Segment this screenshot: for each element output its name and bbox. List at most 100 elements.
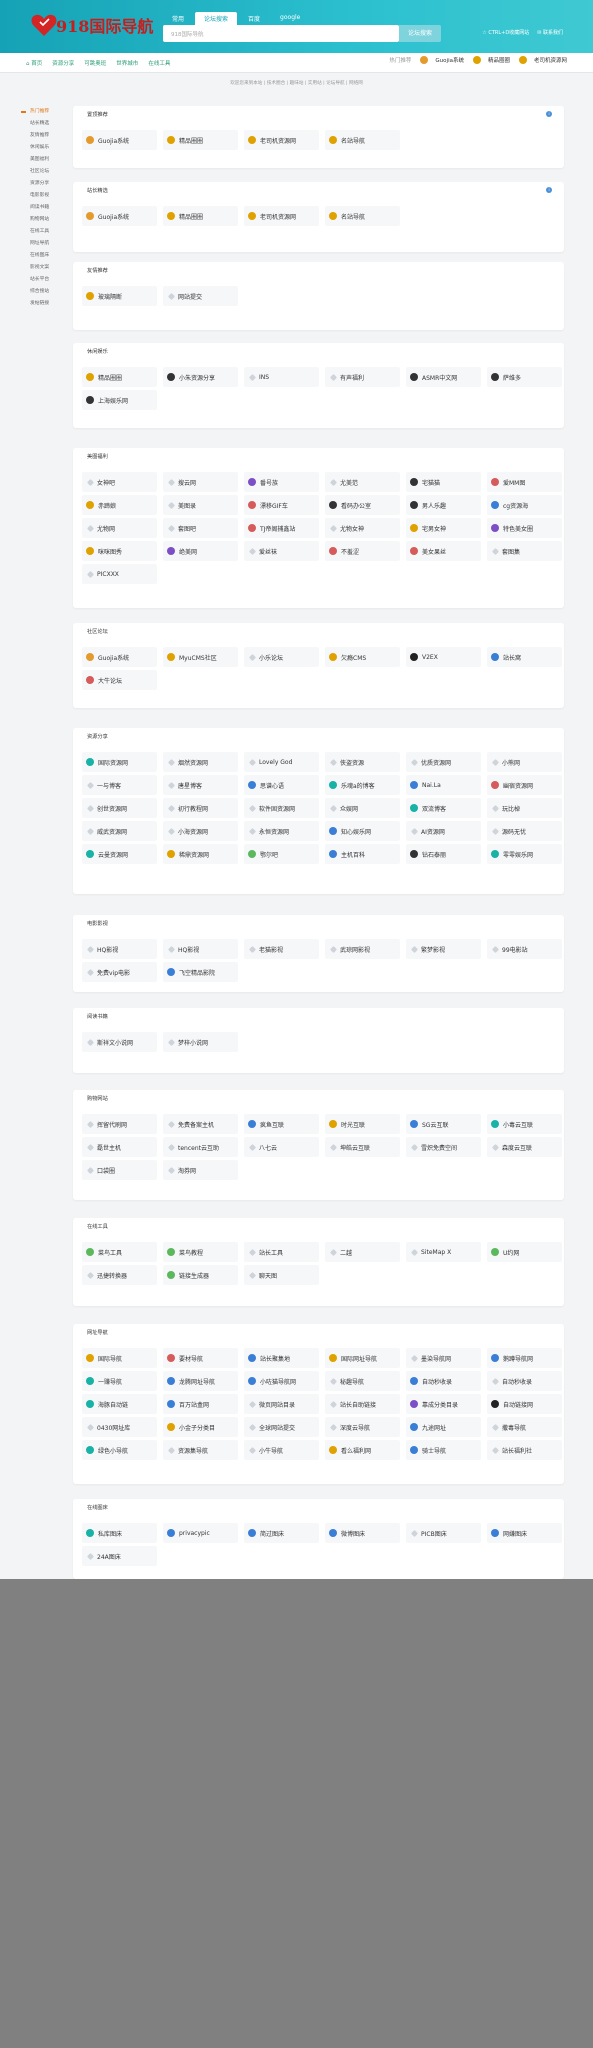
nav-resource[interactable]: 资源分享 <box>52 59 74 67</box>
site-link[interactable]: 男人乐趣 <box>406 495 481 515</box>
site-link[interactable]: 特色美女圈 <box>487 518 562 538</box>
site-link[interactable]: 看么福利网 <box>325 1440 400 1460</box>
site-link[interactable]: 有声福利 <box>325 367 400 387</box>
site-link[interactable]: 乐魂a的博客 <box>325 775 400 795</box>
site-link[interactable]: 幽宿资源网 <box>487 775 562 795</box>
site-link[interactable]: 免费vip电影 <box>82 962 157 982</box>
site-link[interactable]: 磊世主机 <box>82 1137 157 1157</box>
site-link[interactable]: 自动秒收录 <box>487 1371 562 1391</box>
site-link[interactable]: 聊天图 <box>244 1265 319 1285</box>
site-link[interactable]: 挥留代刷网 <box>82 1114 157 1134</box>
site-link[interactable]: 微博图床 <box>325 1523 400 1543</box>
site-link[interactable]: 简过图床 <box>244 1523 319 1543</box>
sidebar-item[interactable]: 美图福利 <box>20 154 65 166</box>
info-icon[interactable]: i <box>546 187 552 193</box>
site-link[interactable]: 疯鱼互联 <box>244 1114 319 1134</box>
nav-rec-jingpin[interactable]: 精品圈圈 <box>472 56 510 64</box>
site-link[interactable]: 微页网站目录 <box>244 1394 319 1414</box>
site-link[interactable]: 上海娱乐网 <box>82 390 157 410</box>
site-link[interactable]: 站长自助链接 <box>325 1394 400 1414</box>
nav-tools[interactable]: 在线工具 <box>148 59 170 67</box>
site-link[interactable]: 站长工具 <box>244 1242 319 1262</box>
site-link[interactable]: 深度云导航 <box>325 1417 400 1437</box>
site-link[interactable]: V2EX <box>406 647 481 667</box>
sidebar-item[interactable]: 资源分享 <box>20 178 65 190</box>
site-link[interactable]: HQ影视 <box>82 939 157 959</box>
search-tab-common[interactable]: 常用 <box>163 12 193 25</box>
site-link[interactable]: 骑士导航 <box>406 1440 481 1460</box>
site-link[interactable]: 全球网站提交 <box>244 1417 319 1437</box>
sidebar-item[interactable]: 站长精选 <box>20 118 65 130</box>
site-link[interactable]: 国际导航 <box>82 1348 157 1368</box>
site-link[interactable]: 爱MM图 <box>487 472 562 492</box>
site-link[interactable]: 精品圈圈 <box>163 130 238 150</box>
site-link[interactable]: 爱丝袜 <box>244 541 319 561</box>
sidebar-item[interactable]: 在线工具 <box>20 226 65 238</box>
site-link[interactable]: 小金子分类目 <box>163 1417 238 1437</box>
site-link[interactable]: 老司机资源网 <box>244 206 319 226</box>
site-link[interactable]: 创世资源网 <box>82 798 157 818</box>
sidebar-item[interactable]: 综合搜站 <box>20 286 65 298</box>
sidebar-item[interactable]: 友情推荐 <box>20 130 65 142</box>
site-link[interactable]: 鄂尔吧 <box>244 844 319 864</box>
site-link[interactable]: 九途网址 <box>406 1417 481 1437</box>
site-link[interactable]: 链接生成器 <box>163 1265 238 1285</box>
site-link[interactable]: TJ帝阁捕鑫站 <box>244 518 319 538</box>
site-link[interactable]: 主机百科 <box>325 844 400 864</box>
site-link[interactable]: 番号族 <box>244 472 319 492</box>
nav-rec-guojia[interactable]: Guojia系统 <box>420 56 464 64</box>
site-logo[interactable]: 918国际导航 <box>30 11 153 39</box>
site-link[interactable]: 精品圈圈 <box>82 367 157 387</box>
site-link[interactable]: 源码无忧 <box>487 821 562 841</box>
site-link[interactable]: 时光互联 <box>325 1114 400 1134</box>
site-link[interactable]: 欠瘾CMS <box>325 647 400 667</box>
search-input[interactable]: 918国际导航 <box>163 25 399 42</box>
site-link[interactable]: Lovely God <box>244 752 319 772</box>
site-link[interactable]: HQ影视 <box>163 939 238 959</box>
site-link[interactable]: 菜鸟工具 <box>82 1242 157 1262</box>
site-link[interactable]: 八七云 <box>244 1137 319 1157</box>
sidebar-item[interactable]: 发帖链接 <box>20 298 65 310</box>
site-link[interactable]: 小海资源网 <box>163 821 238 841</box>
site-link[interactable]: 尤物网 <box>82 518 157 538</box>
nav-link-3[interactable]: 世界城市 <box>116 59 138 67</box>
site-link[interactable]: 24A图床 <box>82 1546 157 1566</box>
search-button[interactable]: 论坛搜索 <box>399 25 441 42</box>
site-link[interactable]: 自动链接网 <box>487 1394 562 1414</box>
site-link[interactable]: 漂移GIF车 <box>244 495 319 515</box>
site-link[interactable]: 零零娱乐网 <box>487 844 562 864</box>
sidebar-item[interactable]: 网址导航 <box>20 238 65 250</box>
site-link[interactable]: privacypic <box>163 1523 238 1543</box>
site-link[interactable]: 名站导航 <box>325 206 400 226</box>
site-link[interactable]: 口袋圈 <box>82 1160 157 1180</box>
site-link[interactable]: 小咗猫导航网 <box>244 1371 319 1391</box>
site-link[interactable]: 尤美范 <box>325 472 400 492</box>
site-link[interactable]: 套图集 <box>487 541 562 561</box>
search-tab-forum[interactable]: 论坛搜索 <box>195 12 238 25</box>
site-link[interactable]: 私库图床 <box>82 1523 157 1543</box>
site-link[interactable]: 美图录 <box>163 495 238 515</box>
site-link[interactable]: 宅猫猫 <box>406 472 481 492</box>
site-link[interactable]: 网嫌图床 <box>487 1523 562 1543</box>
site-link[interactable]: 搜云网 <box>163 472 238 492</box>
site-link[interactable]: 宅男女神 <box>406 518 481 538</box>
site-link[interactable]: 稀鼎资源网 <box>163 844 238 864</box>
site-link[interactable]: 小朱资源分享 <box>163 367 238 387</box>
site-link[interactable]: cg资源海 <box>487 495 562 515</box>
site-link[interactable]: 小毒云互联 <box>487 1114 562 1134</box>
site-link[interactable]: 套图吧 <box>163 518 238 538</box>
site-link[interactable]: 一赚导航 <box>82 1371 157 1391</box>
site-link[interactable]: 99电影站 <box>487 939 562 959</box>
site-link[interactable]: MyuCMS社区 <box>163 647 238 667</box>
nav-home[interactable]: ⌂ 首页 <box>26 59 42 67</box>
site-link[interactable]: 一与博客 <box>82 775 157 795</box>
sidebar-item[interactable]: 休闲娱乐 <box>20 142 65 154</box>
site-link[interactable]: 百万站盒网 <box>163 1394 238 1414</box>
site-link[interactable]: 龙腾网址导航 <box>163 1371 238 1391</box>
site-link[interactable]: 烟然资源网 <box>163 752 238 772</box>
site-link[interactable]: 精品圈圈 <box>163 206 238 226</box>
site-link[interactable]: 小牛导航 <box>244 1440 319 1460</box>
sidebar-item[interactable]: 电影影视 <box>20 190 65 202</box>
site-link[interactable]: 自动秒收录 <box>406 1371 481 1391</box>
site-link[interactable]: PICB图床 <box>406 1523 481 1543</box>
